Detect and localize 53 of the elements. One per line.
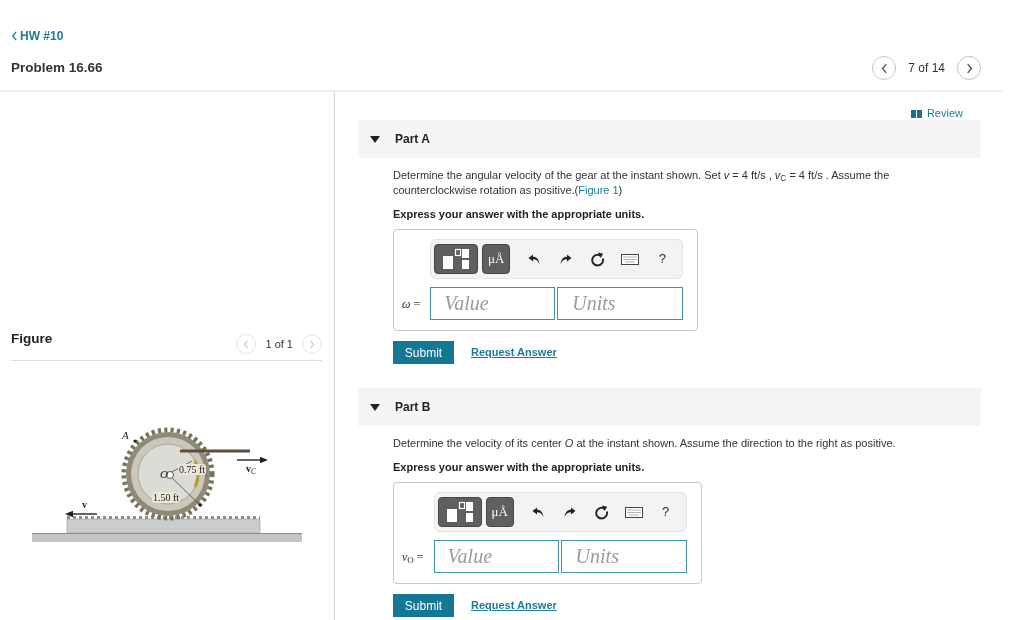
back-link[interactable]: HW #10 xyxy=(11,29,64,43)
page-position: 1 of 1 xyxy=(265,336,293,352)
units-button[interactable]: μÅ xyxy=(485,497,514,527)
part-header[interactable]: Part B xyxy=(358,388,981,426)
figure-title: Figure xyxy=(11,331,53,347)
chevron-left-icon xyxy=(880,62,888,74)
template-button[interactable] xyxy=(434,244,479,274)
units-button[interactable]: μÅ xyxy=(482,244,511,274)
chevron-left-icon xyxy=(11,31,18,41)
template-icon xyxy=(444,501,475,523)
undo-icon xyxy=(531,506,544,518)
answer-variable-label: v$_{O}$ = xyxy=(402,548,424,566)
dimension-label: 0.75 ft xyxy=(178,464,207,475)
point-label: O xyxy=(160,468,168,480)
units-input[interactable]: Units xyxy=(557,287,684,320)
answer-instruction: Express your answer with the appropriate units. xyxy=(393,460,646,475)
undo-icon xyxy=(528,253,541,265)
template-button[interactable] xyxy=(437,497,482,527)
reset-icon xyxy=(594,504,609,520)
template-icon xyxy=(441,248,472,270)
request-answer-link[interactable]: Request Answer xyxy=(471,597,557,614)
problem-title: Problem 16.66 xyxy=(11,60,103,76)
value-input[interactable]: Value xyxy=(430,287,556,320)
answer-instruction: Express your answer with the appropriate units. xyxy=(393,207,646,222)
submit-button[interactable]: Submit xyxy=(393,594,454,617)
part-header[interactable]: Part A xyxy=(358,120,981,158)
dimension-label: 1.50 ft xyxy=(152,492,181,503)
keyboard-icon xyxy=(624,506,643,518)
chevron-right-icon xyxy=(965,62,973,74)
answer-variable-label: ω = xyxy=(402,295,421,313)
reset-icon xyxy=(591,251,606,267)
units-input[interactable]: Units xyxy=(560,540,687,573)
next-button[interactable] xyxy=(957,56,981,80)
book-icon xyxy=(910,109,922,118)
submit-button[interactable]: Submit xyxy=(393,341,454,364)
figure-link[interactable]: Figure 1 xyxy=(578,184,619,196)
problem-statement: Determine the velocity of its center O at the instant shown. Assume the direction to the right as positive. xyxy=(393,436,897,451)
chevron-left-icon xyxy=(243,339,250,349)
redo-icon xyxy=(563,506,576,518)
point-label: A xyxy=(122,429,129,441)
page-position: 7 of 14 xyxy=(908,60,945,77)
review-link[interactable]: Review xyxy=(910,107,963,120)
help-button[interactable]: ? xyxy=(646,244,679,274)
velocity-label: v xyxy=(82,499,87,511)
value-input[interactable]: Value xyxy=(433,540,559,573)
previous-button[interactable] xyxy=(872,56,897,80)
velocity-label: v$_{C}$ xyxy=(246,463,256,475)
chevron-right-icon xyxy=(309,339,315,349)
redo-icon xyxy=(560,253,573,265)
help-button[interactable]: ? xyxy=(649,497,682,527)
problem-statement: Determine the angular velocity of the gear at the instant shown. Set v = 4 ft/s , v$_{C}$ = 4 ft/s . Assume the counterclockwise rotation as positive.(Figure 1) xyxy=(393,168,891,198)
request-answer-link[interactable]: Request Answer xyxy=(471,344,557,361)
keyboard-icon xyxy=(621,253,640,265)
